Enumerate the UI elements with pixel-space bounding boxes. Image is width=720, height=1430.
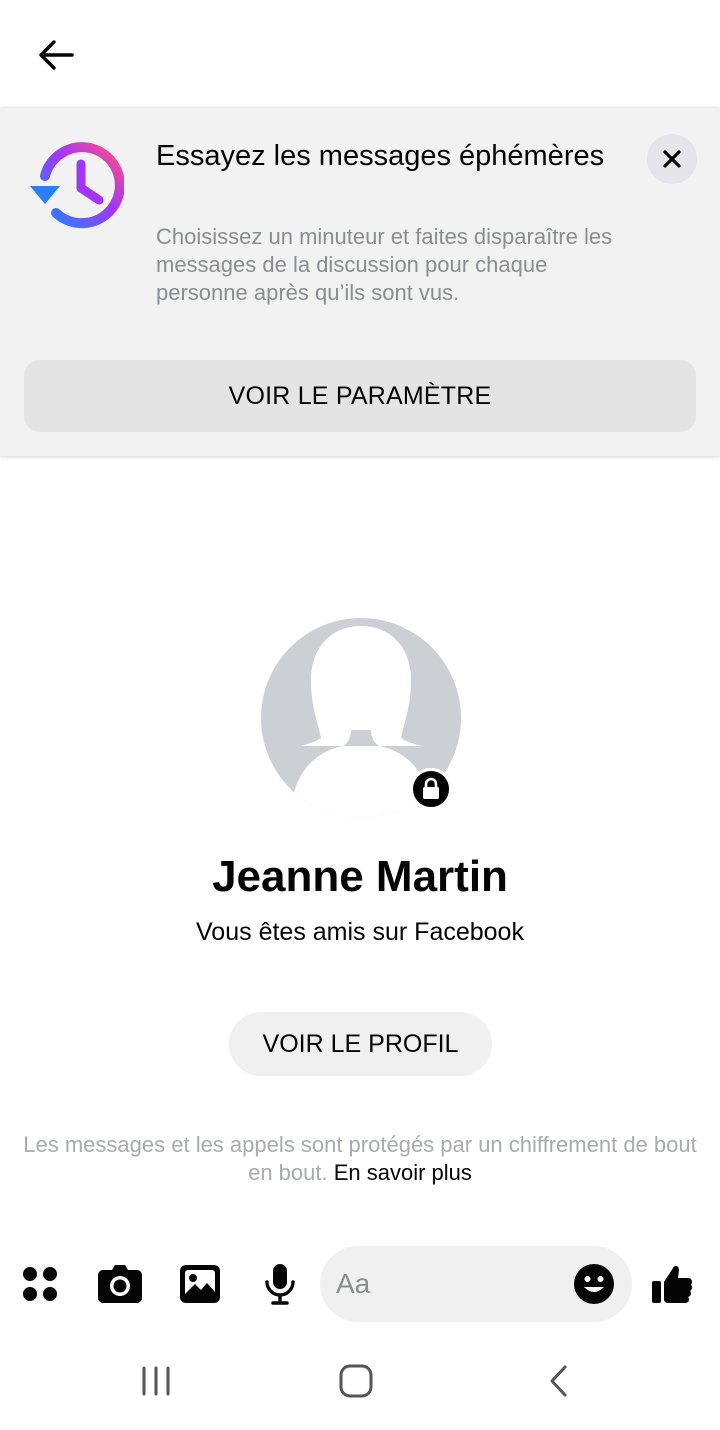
apps-icon xyxy=(23,1267,57,1301)
gallery-button[interactable] xyxy=(174,1258,226,1310)
recent-apps-button[interactable] xyxy=(126,1356,186,1406)
emoji-icon xyxy=(574,1264,614,1304)
banner-title: Essayez les messages éphémères xyxy=(156,140,605,172)
arrow-left-icon xyxy=(39,40,74,70)
camera-button[interactable] xyxy=(94,1258,146,1310)
system-back-button[interactable] xyxy=(528,1356,588,1406)
lock-icon xyxy=(423,777,439,799)
microphone-button[interactable] xyxy=(254,1258,306,1310)
microphone-icon xyxy=(265,1264,295,1305)
home-button[interactable] xyxy=(326,1356,386,1406)
recent-apps-icon xyxy=(142,1366,170,1396)
disappearing-messages-timer-icon xyxy=(26,142,125,234)
banner-close-button[interactable] xyxy=(647,134,697,184)
view-setting-button[interactable]: VOIR LE PARAMÈTRE xyxy=(24,360,696,432)
close-icon xyxy=(663,150,681,168)
learn-more-link[interactable]: En savoir plus xyxy=(334,1160,472,1185)
message-input[interactable] xyxy=(336,1264,566,1304)
encryption-notice: Les messages et les appels sont protégés… xyxy=(20,1131,700,1187)
camera-icon xyxy=(98,1265,142,1303)
back-button[interactable] xyxy=(28,30,84,80)
apps-button[interactable] xyxy=(14,1258,66,1310)
gallery-icon xyxy=(180,1265,220,1303)
top-bar xyxy=(0,0,720,108)
thumbs-up-icon xyxy=(652,1265,693,1303)
emoji-button[interactable] xyxy=(572,1262,616,1306)
friendship-status: Vous êtes amis sur Facebook xyxy=(196,918,524,946)
encrypted-lock-badge xyxy=(410,768,452,810)
view-profile-button[interactable]: VOIR LE PROFIL xyxy=(229,1012,492,1076)
home-icon xyxy=(339,1364,373,1398)
like-button[interactable] xyxy=(646,1258,698,1310)
banner-description: Choisissez un minuteur et faites dispara… xyxy=(156,224,613,305)
back-icon xyxy=(550,1365,567,1397)
profile-name: Jeanne Martin xyxy=(212,852,508,901)
